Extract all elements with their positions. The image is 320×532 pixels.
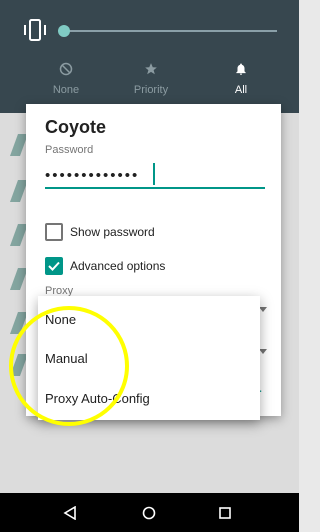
mode-priority-label: Priority [133, 84, 169, 96]
star-icon [106, 60, 196, 78]
navigation-bar [0, 493, 299, 532]
password-label: Password [45, 144, 94, 156]
mode-priority[interactable]: Priority [106, 60, 196, 96]
proxy-option-auto-config[interactable]: Proxy Auto-Config [45, 391, 150, 406]
mode-none[interactable]: None [21, 60, 111, 96]
advanced-options-checkbox[interactable] [45, 257, 63, 275]
mode-none-label: None [52, 84, 80, 96]
spinner-arrow-icon[interactable] [259, 349, 267, 354]
advanced-options-row[interactable]: Advanced options [45, 257, 165, 275]
recents-icon[interactable] [214, 502, 236, 524]
volume-panel: None Priority All [0, 0, 299, 113]
mode-all-label: All [234, 84, 248, 96]
proxy-dropdown: None Manual Proxy Auto-Config [38, 296, 260, 420]
text-cursor [153, 163, 155, 185]
proxy-option-none[interactable]: None [45, 312, 76, 327]
vibrate-icon[interactable] [22, 18, 48, 42]
block-icon [21, 60, 111, 78]
password-underline [45, 187, 265, 189]
check-icon [48, 261, 60, 271]
bell-icon [196, 60, 286, 78]
password-field[interactable]: ••••••••••••• [45, 167, 139, 184]
interruption-modes: None Priority All [0, 60, 299, 110]
back-icon[interactable] [59, 502, 81, 524]
spinner-arrow-icon[interactable] [259, 307, 267, 312]
home-icon[interactable] [138, 502, 160, 524]
advanced-options-label: Advanced options [70, 259, 166, 273]
mode-all[interactable]: All [196, 60, 286, 96]
show-password-checkbox[interactable] [45, 223, 63, 241]
show-password-row[interactable]: Show password [45, 223, 155, 241]
volume-slider-track[interactable] [65, 30, 277, 32]
show-password-label: Show password [70, 225, 155, 239]
dialog-title: Coyote [45, 117, 107, 137]
volume-slider-thumb[interactable] [58, 25, 70, 37]
proxy-option-manual[interactable]: Manual [45, 351, 88, 366]
